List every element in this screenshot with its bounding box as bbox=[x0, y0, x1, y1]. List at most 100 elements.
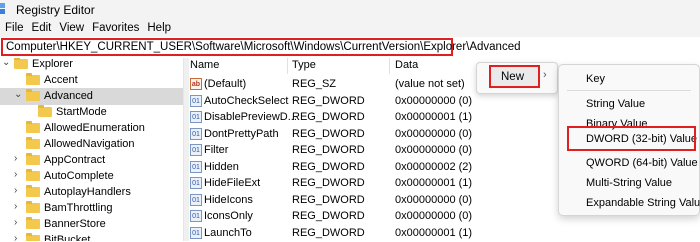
column-divider[interactable] bbox=[287, 58, 288, 74]
menu-item-new[interactable]: New bbox=[501, 71, 524, 83]
binary-value-icon: 01 bbox=[190, 111, 202, 123]
column-header-data[interactable]: Data bbox=[395, 59, 418, 71]
value-data: 0x00000000 (0) bbox=[395, 94, 473, 107]
tree-item-label: AutoplayHandlers bbox=[44, 186, 131, 198]
menu-view[interactable]: View bbox=[54, 20, 84, 37]
menu-favorites[interactable]: Favorites bbox=[87, 20, 139, 37]
binary-value-icon: 01 bbox=[190, 127, 202, 140]
folder-icon bbox=[26, 201, 40, 213]
folder-icon bbox=[26, 217, 40, 229]
value-row[interactable]: 01 LaunchTo REG_DWORD 0x00000001 (1) bbox=[188, 225, 488, 242]
chevron-right-icon[interactable]: › bbox=[14, 185, 17, 196]
tree-item[interactable]: › BannerStore bbox=[0, 216, 183, 233]
value-name: Filter bbox=[204, 144, 229, 156]
chevron-right-icon: › bbox=[543, 69, 547, 81]
chevron-right-icon[interactable]: › bbox=[14, 201, 17, 212]
tree-item[interactable]: › BamThrottling bbox=[0, 200, 183, 217]
value-row[interactable]: 01 IconsOnly REG_DWORD 0x00000000 (0) bbox=[188, 208, 488, 225]
menu-edit[interactable]: Edit bbox=[27, 20, 52, 37]
value-type: REG_DWORD bbox=[292, 193, 365, 206]
value-data: 0x00000002 (2) bbox=[395, 160, 473, 173]
value-name: HideFileExt bbox=[204, 177, 261, 189]
value-type: REG_SZ bbox=[292, 78, 337, 90]
binary-value-icon: 01 bbox=[190, 160, 202, 173]
folder-icon bbox=[26, 153, 40, 165]
value-type: REG_DWORD bbox=[292, 160, 365, 173]
value-row[interactable]: 01 DisablePreviewD... REG_DWORD 0x00000001 … bbox=[188, 109, 488, 126]
tree-item[interactable]: ⌄ Advanced bbox=[0, 88, 183, 105]
value-type: REG_DWORD bbox=[292, 210, 365, 222]
value-name: IconsOnly bbox=[204, 210, 253, 222]
tree-item[interactable]: › AutoplayHandlers bbox=[0, 184, 183, 201]
binary-value-icon: 01 bbox=[190, 193, 202, 206]
chevron-down-icon[interactable]: ⌄ bbox=[14, 89, 22, 100]
key-tree[interactable]: ⌄ Explorer Accent ⌄ Advanced StartMode Allowed… bbox=[0, 58, 183, 241]
value-data: 0x00000001 (1) bbox=[395, 111, 473, 123]
tree-item-label: AllowedEnumeration bbox=[44, 122, 145, 134]
tree-item[interactable]: ⌄ Explorer bbox=[0, 58, 183, 73]
menu-file[interactable]: File bbox=[0, 20, 24, 37]
value-row[interactable]: 01 HideIcons REG_DWORD 0x00000000 (0) bbox=[188, 192, 488, 209]
tree-item-label: BamThrottling bbox=[44, 202, 113, 214]
menu-bar: File Edit View Favorites Help bbox=[0, 20, 700, 37]
folder-icon bbox=[38, 105, 52, 117]
column-header-type[interactable]: Type bbox=[292, 59, 316, 71]
value-row[interactable]: 01 HideFileExt REG_DWORD 0x00000001 (1) bbox=[188, 175, 488, 192]
folder-icon bbox=[26, 185, 40, 197]
chevron-right-icon[interactable]: › bbox=[14, 233, 17, 241]
value-name: DisablePreviewD... bbox=[204, 111, 297, 123]
value-data: 0x00000001 (1) bbox=[395, 177, 473, 189]
folder-icon bbox=[26, 233, 40, 241]
value-name: LaunchTo bbox=[204, 226, 252, 239]
value-type: REG_DWORD bbox=[292, 226, 365, 239]
address-bar[interactable]: Computer\HKEY_CURRENT_USER\Software\Micr… bbox=[1, 38, 521, 56]
tree-item[interactable]: StartMode bbox=[0, 104, 183, 121]
value-data: 0x00000000 (0) bbox=[395, 210, 473, 222]
value-data: (value not set) bbox=[395, 78, 465, 90]
chevron-right-icon[interactable]: › bbox=[14, 153, 17, 164]
value-type: REG_DWORD bbox=[292, 177, 365, 189]
tree-item[interactable]: › AppContract bbox=[0, 152, 183, 169]
chevron-down-icon[interactable]: ⌄ bbox=[2, 58, 10, 68]
title-bar: Registry Editor bbox=[0, 0, 700, 20]
tree-item-label: Explorer bbox=[32, 58, 73, 70]
tree-item[interactable]: AllowedEnumeration bbox=[0, 120, 183, 137]
folder-icon bbox=[26, 121, 40, 133]
tree-item[interactable]: › AutoComplete bbox=[0, 168, 183, 185]
window-title: Registry Editor bbox=[16, 3, 95, 17]
column-divider[interactable] bbox=[389, 58, 390, 74]
submenu-item-expandable-string-value[interactable]: Expandable String Value bbox=[586, 197, 700, 209]
value-row[interactable]: 01 AutoCheckSelect REG_DWORD 0x00000000 (0) bbox=[188, 93, 488, 110]
binary-value-icon: 01 bbox=[190, 144, 202, 156]
chevron-right-icon[interactable]: › bbox=[14, 217, 17, 228]
binary-value-icon: 01 bbox=[190, 94, 202, 107]
tree-item[interactable]: › BitBucket bbox=[0, 232, 183, 241]
submenu-item-key[interactable]: Key bbox=[586, 73, 605, 85]
folder-icon bbox=[26, 137, 40, 149]
submenu-item-string-value[interactable]: String Value bbox=[586, 98, 645, 110]
chevron-right-icon[interactable]: › bbox=[14, 169, 17, 180]
submenu-item-qword-value[interactable]: QWORD (64-bit) Value bbox=[586, 157, 698, 169]
binary-value-icon: 01 bbox=[190, 177, 202, 189]
value-row[interactable]: 01 DontPrettyPath REG_DWORD 0x00000000 (0) bbox=[188, 126, 488, 143]
value-data: 0x00000001 (1) bbox=[395, 226, 473, 239]
folder-icon bbox=[14, 58, 28, 69]
value-name: HideIcons bbox=[204, 193, 253, 206]
tree-item[interactable]: Accent bbox=[0, 72, 183, 89]
value-data: 0x00000000 (0) bbox=[395, 144, 473, 156]
value-row[interactable]: 01 Filter REG_DWORD 0x00000000 (0) bbox=[188, 142, 488, 159]
submenu-item-multi-string-value[interactable]: Multi-String Value bbox=[586, 177, 672, 189]
value-name: DontPrettyPath bbox=[204, 127, 279, 140]
value-name: AutoCheckSelect bbox=[204, 94, 289, 107]
tree-item-label: AutoComplete bbox=[44, 170, 114, 182]
value-row[interactable]: ab (Default) REG_SZ (value not set) bbox=[188, 76, 488, 93]
folder-icon bbox=[26, 73, 40, 85]
value-row[interactable]: 01 Hidden REG_DWORD 0x00000002 (2) bbox=[188, 159, 488, 176]
column-header-name[interactable]: Name bbox=[190, 59, 219, 71]
menu-help[interactable]: Help bbox=[142, 20, 171, 37]
tree-item-label: BitBucket bbox=[44, 234, 91, 241]
value-type: REG_DWORD bbox=[292, 127, 365, 140]
tree-item[interactable]: AllowedNavigation bbox=[0, 136, 183, 153]
context-menu: New › bbox=[476, 62, 558, 94]
value-data: 0x00000000 (0) bbox=[395, 127, 473, 140]
